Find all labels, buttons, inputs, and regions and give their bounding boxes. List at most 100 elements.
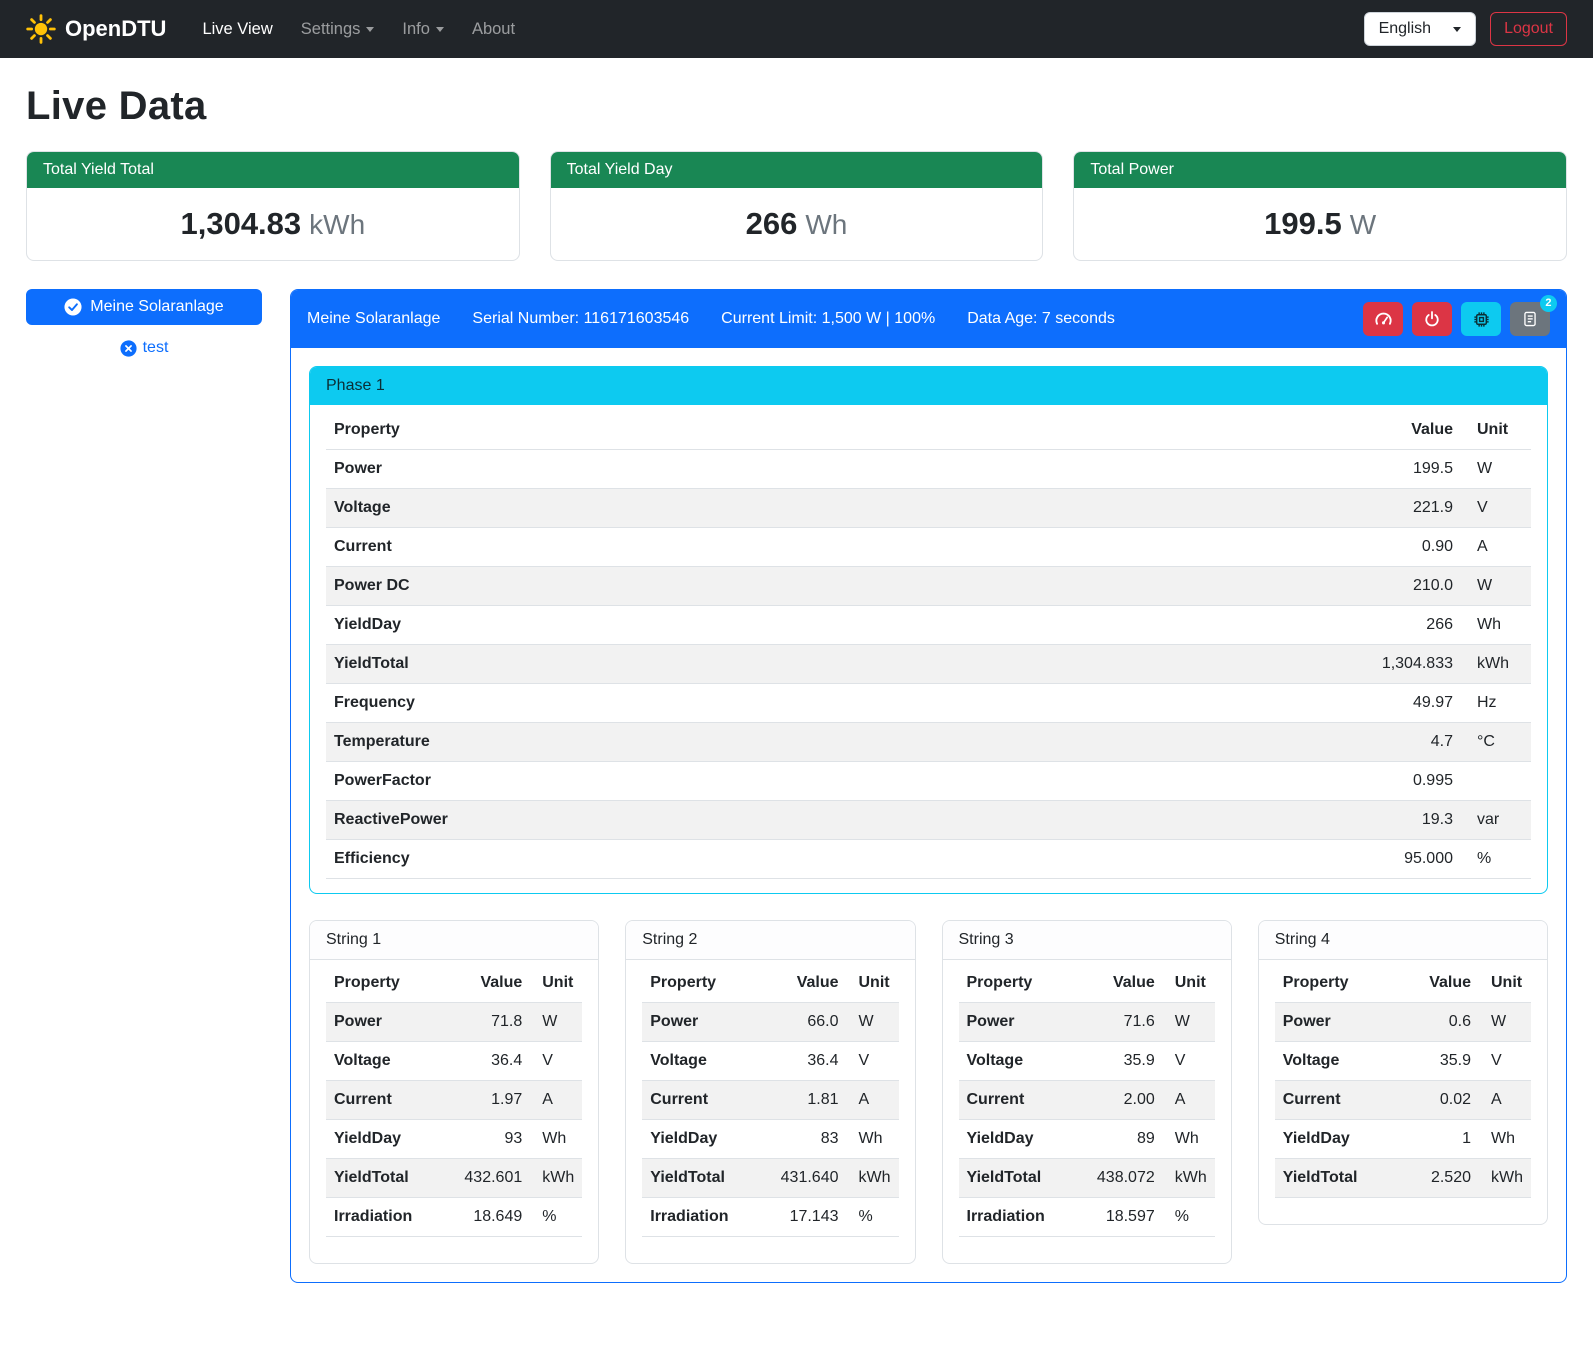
property-unit: %	[1461, 840, 1531, 879]
property-value: 19.3	[1321, 801, 1461, 840]
property-name: Irradiation	[642, 1198, 772, 1237]
property-value: 221.9	[1321, 489, 1461, 528]
inverter-actions: 2	[1363, 302, 1550, 336]
property-unit: A	[530, 1081, 582, 1120]
nav-item-settings[interactable]: Settings	[289, 12, 387, 47]
property-value: 18.649	[456, 1198, 530, 1237]
content-row: Meine Solaranlage test Meine Solaranlage…	[26, 289, 1567, 1283]
cpu-icon	[1472, 310, 1491, 329]
column-header-property: Property	[642, 964, 772, 1003]
navbar-right: English Logout	[1364, 12, 1567, 46]
limit-settings-button[interactable]	[1363, 302, 1403, 336]
property-name: YieldTotal	[1275, 1159, 1407, 1198]
inverter-link-test[interactable]: test	[143, 339, 169, 357]
property-unit: Hz	[1461, 684, 1531, 723]
property-unit: W	[1461, 450, 1531, 489]
nav-item-info[interactable]: Info	[390, 12, 456, 47]
inverter-name: Meine Solaranlage	[307, 310, 440, 328]
nav-item-about[interactable]: About	[460, 12, 527, 47]
chevron-down-icon	[436, 27, 444, 32]
column-header-value: Value	[1089, 964, 1163, 1003]
table-row: Efficiency 95.000 %	[326, 840, 1531, 879]
logout-button[interactable]: Logout	[1490, 12, 1567, 46]
string-card-title: String 2	[626, 921, 914, 960]
property-value: 0.02	[1407, 1081, 1479, 1120]
string-1-card: String 1 Property Value Unit	[309, 920, 599, 1264]
property-name: Power	[326, 1003, 456, 1042]
property-value: 438.072	[1089, 1159, 1163, 1198]
event-log-button[interactable]: 2	[1510, 302, 1550, 336]
property-value: 1,304.833	[1321, 645, 1461, 684]
string-table: Property Value Unit Power	[1275, 964, 1531, 1198]
table-header-row: Property Value Unit	[642, 964, 898, 1003]
column-header-property: Property	[1275, 964, 1407, 1003]
nav-item-live-view[interactable]: Live View	[190, 12, 284, 47]
property-name: YieldDay	[326, 1120, 456, 1159]
property-unit: W	[847, 1003, 899, 1042]
x-circle-icon[interactable]	[120, 340, 137, 357]
card-value-area: 266Wh	[551, 188, 1043, 260]
string-card-body: Property Value Unit Power	[943, 960, 1231, 1263]
property-value: 89	[1089, 1120, 1163, 1159]
property-name: Current	[1275, 1081, 1407, 1120]
card-value: 266	[746, 206, 798, 241]
property-name: Efficiency	[326, 840, 1321, 879]
table-row: Current 2.00 A	[959, 1081, 1215, 1120]
string-card-title: String 1	[310, 921, 598, 960]
property-unit: %	[1163, 1198, 1215, 1237]
property-value: 431.640	[773, 1159, 847, 1198]
table-row: YieldDay 1 Wh	[1275, 1120, 1531, 1159]
string-table: Property Value Unit Power	[642, 964, 898, 1237]
property-unit: Wh	[847, 1120, 899, 1159]
card-unit: kWh	[309, 209, 365, 240]
nav-item-label: Info	[402, 20, 430, 39]
property-value: 71.8	[456, 1003, 530, 1042]
string-table: Property Value Unit Power	[326, 964, 582, 1237]
property-value: 36.4	[456, 1042, 530, 1081]
property-name: YieldTotal	[326, 1159, 456, 1198]
serial-number: Serial Number: 116171603546	[472, 310, 689, 328]
table-row: Power DC 210.0 W	[326, 567, 1531, 606]
table-row: YieldDay 93 Wh	[326, 1120, 582, 1159]
language-select-value: English	[1379, 20, 1431, 38]
property-value: 1.81	[773, 1081, 847, 1120]
string-card-body: Property Value Unit Power	[1259, 960, 1547, 1224]
property-name: Power	[642, 1003, 772, 1042]
property-unit: A	[1479, 1081, 1531, 1120]
property-value: 210.0	[1321, 567, 1461, 606]
property-value: 1.97	[456, 1081, 530, 1120]
property-unit: Wh	[1479, 1120, 1531, 1159]
card-value-area: 1,304.83kWh	[27, 188, 519, 260]
brand[interactable]: OpenDTU	[26, 14, 166, 44]
property-value: 199.5	[1321, 450, 1461, 489]
table-header-row: Property Value Unit	[326, 411, 1531, 450]
property-unit: Wh	[1163, 1120, 1215, 1159]
property-value: 0.995	[1321, 762, 1461, 801]
device-info-button[interactable]	[1461, 302, 1501, 336]
property-name: Power	[1275, 1003, 1407, 1042]
inverter-panel-body: Phase 1 Property Value Unit	[291, 348, 1566, 1282]
table-row: Current 0.90 A	[326, 528, 1531, 567]
property-value: 95.000	[1321, 840, 1461, 879]
column-header-value: Value	[773, 964, 847, 1003]
page-container: Live Data Total Yield Total 1,304.83kWh …	[0, 58, 1593, 1311]
check-circle-icon	[64, 298, 82, 316]
column-header-unit: Unit	[530, 964, 582, 1003]
power-control-button[interactable]	[1412, 302, 1452, 336]
language-select[interactable]: English	[1364, 12, 1476, 46]
column-header-unit: Unit	[847, 964, 899, 1003]
table-row: ReactivePower 19.3 var	[326, 801, 1531, 840]
property-name: Voltage	[326, 1042, 456, 1081]
column-header-property: Property	[959, 964, 1089, 1003]
table-row: Irradiation 17.143 %	[642, 1198, 898, 1237]
inverter-select-button[interactable]: Meine Solaranlage	[26, 289, 262, 325]
gauge-icon	[1374, 310, 1393, 329]
table-row: YieldTotal 432.601 kWh	[326, 1159, 582, 1198]
property-unit: W	[1163, 1003, 1215, 1042]
total-yield-day-card: Total Yield Day 266Wh	[550, 151, 1044, 261]
property-unit: W	[530, 1003, 582, 1042]
property-name: YieldDay	[1275, 1120, 1407, 1159]
table-row: YieldDay 266 Wh	[326, 606, 1531, 645]
property-name: Current	[959, 1081, 1089, 1120]
property-value: 18.597	[1089, 1198, 1163, 1237]
